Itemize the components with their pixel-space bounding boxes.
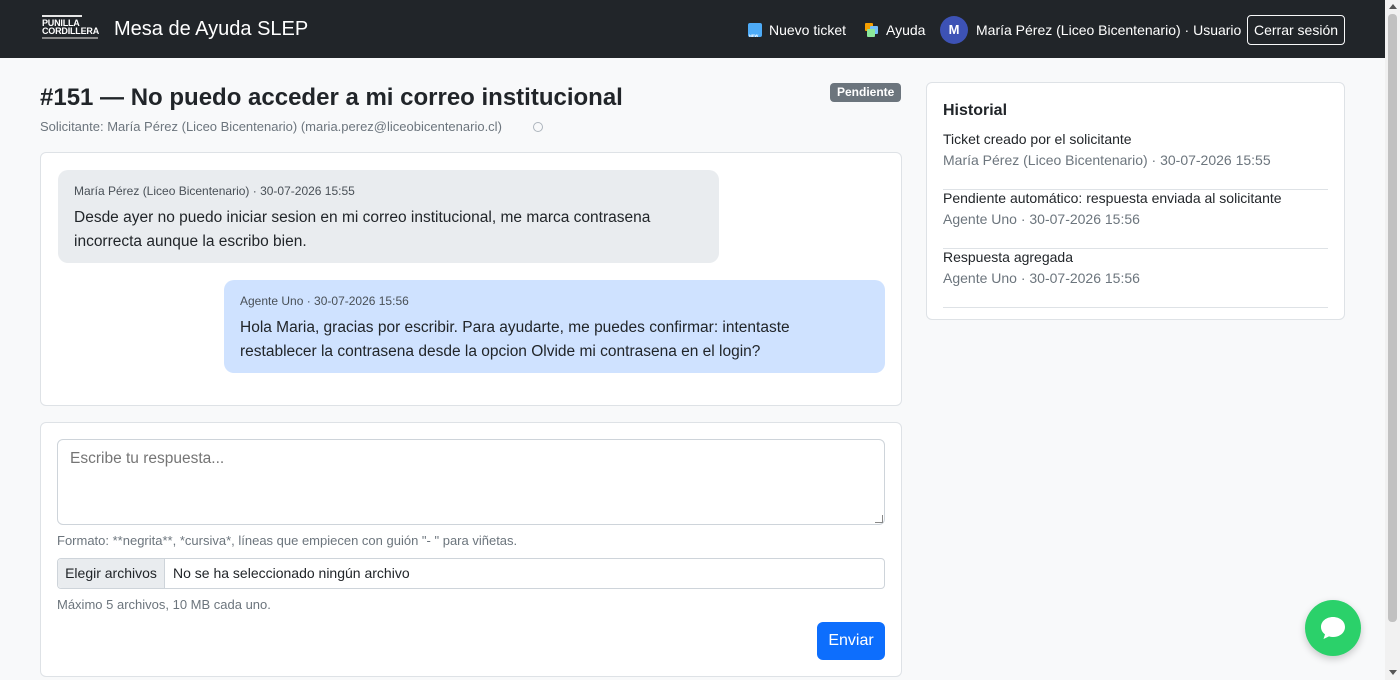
reply-form: Formato: **negrita**, *cursiva*, líneas …: [40, 422, 902, 677]
message-outgoing: Agente Uno · 30-07-2026 15:56 Hola Maria…: [224, 280, 885, 373]
scroll-down-arrow-icon[interactable]: [1389, 670, 1397, 675]
logo-line2: CORDILLERA: [42, 26, 99, 36]
logo-top-rule: [42, 15, 82, 17]
brand-title[interactable]: Mesa de Ayuda SLEP: [114, 17, 308, 41]
format-hint: Formato: **negrita**, *cursiva*, líneas …: [57, 533, 518, 548]
history-meta: Agente Uno · 30-07-2026 15:56: [943, 211, 1140, 227]
new-badge-icon: [748, 23, 762, 45]
slep-logo[interactable]: PUNILLA CORDILLERA: [42, 15, 100, 43]
file-status: No se ha seleccionado ningún archivo: [173, 565, 410, 581]
history-panel: Historial Ticket creado por el solicitan…: [926, 82, 1345, 320]
help-link[interactable]: Ayuda: [865, 21, 925, 39]
message-text: Desde ayer no puedo iniciar sesion en mi…: [74, 209, 651, 250]
new-ticket-link[interactable]: Nuevo ticket: [748, 21, 847, 45]
message-incoming: María Pérez (Liceo Bicentenario) · 30-07…: [58, 170, 719, 263]
chat-bubble-icon: [1321, 617, 1345, 639]
presence-circle-icon: [533, 122, 543, 132]
message-meta: María Pérez (Liceo Bicentenario) · 30-07…: [74, 184, 355, 198]
user-label: María Pérez (Liceo Bicentenario) · Usuar…: [976, 22, 1242, 38]
history-event: Pendiente automático: respuesta enviada …: [943, 190, 1282, 206]
scroll-up-arrow-icon[interactable]: [1389, 4, 1397, 9]
reply-textarea[interactable]: [57, 439, 885, 525]
status-badge: Pendiente: [830, 83, 902, 102]
history-event: Ticket creado por el solicitante: [943, 131, 1132, 147]
ticket-title: #151 — No puedo acceder a mi correo inst…: [40, 84, 623, 111]
message-thread: María Pérez (Liceo Bicentenario) · 30-07…: [40, 152, 902, 406]
message-text: Hola Maria, gracias por escribir. Para a…: [240, 319, 790, 360]
file-input[interactable]: Elegir archivos No se ha seleccionado ni…: [57, 558, 885, 589]
history-item: Ticket creado por el solicitante María P…: [943, 131, 1328, 190]
scroll-thumb[interactable]: [1388, 14, 1397, 622]
history-item: Respuesta agregada Agente Uno · 30-07-20…: [943, 249, 1328, 308]
history-meta: María Pérez (Liceo Bicentenario) · 30-07…: [943, 152, 1271, 168]
history-title: Historial: [943, 102, 1008, 119]
history-event: Respuesta agregada: [943, 249, 1073, 265]
history-item: Pendiente automático: respuesta enviada …: [943, 190, 1328, 249]
file-limit-hint: Máximo 5 archivos, 10 MB cada uno.: [57, 597, 271, 612]
user-avatar[interactable]: M: [940, 16, 968, 44]
logo-bottom-rule: [42, 37, 98, 39]
send-button[interactable]: Enviar: [817, 622, 885, 660]
color-blocks-icon: [865, 23, 879, 37]
help-label: Ayuda: [886, 22, 926, 38]
history-meta: Agente Uno · 30-07-2026 15:56: [943, 270, 1140, 286]
message-meta: Agente Uno · 30-07-2026 15:56: [240, 294, 409, 308]
top-navbar: PUNILLA CORDILLERA Mesa de Ayuda SLEP Nu…: [0, 0, 1385, 58]
page-scrollbar[interactable]: [1385, 0, 1400, 680]
chat-button[interactable]: [1305, 600, 1361, 656]
logout-button[interactable]: Cerrar sesión: [1247, 15, 1345, 45]
resize-grip-icon[interactable]: [875, 515, 883, 523]
choose-files-button[interactable]: Elegir archivos: [58, 559, 165, 588]
new-ticket-label: Nuevo ticket: [769, 22, 847, 38]
requester-info: Solicitante: María Pérez (Liceo Bicenten…: [40, 119, 502, 134]
